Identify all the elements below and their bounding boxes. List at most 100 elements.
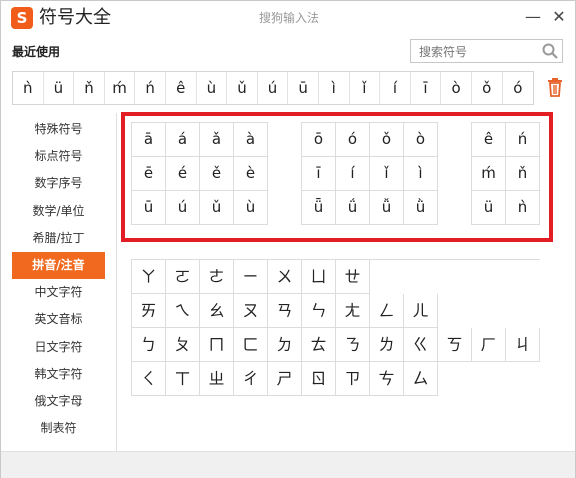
pinyin-symbol[interactable]: ò xyxy=(404,123,438,157)
search-icon[interactable] xyxy=(541,42,559,60)
sidebar-item[interactable]: 标点符号 xyxy=(12,143,105,170)
pinyin-symbol[interactable]: ì xyxy=(404,157,438,191)
zhuyin-symbol[interactable]: ㄙ xyxy=(404,362,438,396)
zhuyin-symbol[interactable]: ㄏ xyxy=(472,328,506,362)
zhuyin-symbol[interactable]: ㄝ xyxy=(336,260,370,294)
zhuyin-symbol[interactable]: ㄍ xyxy=(404,328,438,362)
zhuyin-symbol[interactable]: ㄛ xyxy=(166,260,200,294)
zhuyin-symbol[interactable]: ㄚ xyxy=(132,260,166,294)
pinyin-symbol[interactable]: ú xyxy=(166,191,200,225)
recent-symbol[interactable]: í xyxy=(380,72,411,104)
pinyin-symbol[interactable]: ā xyxy=(132,123,166,157)
zhuyin-symbol[interactable]: ㄅ xyxy=(132,328,166,362)
zhuyin-symbol[interactable]: ㄘ xyxy=(370,362,404,396)
recent-symbol[interactable]: ǹ xyxy=(13,72,44,104)
recent-symbol[interactable]: ì xyxy=(319,72,350,104)
pinyin-symbol[interactable]: ǚ xyxy=(370,191,404,225)
pinyin-symbol[interactable]: ū xyxy=(132,191,166,225)
pinyin-symbol[interactable]: ǹ xyxy=(506,191,540,225)
sidebar-item[interactable]: 韩文字符 xyxy=(12,361,105,388)
recent-symbol[interactable]: ḿ xyxy=(105,72,136,104)
zhuyin-symbol[interactable]: ㄑ xyxy=(132,362,166,396)
pinyin-symbol[interactable]: ě xyxy=(200,157,234,191)
zhuyin-symbol[interactable]: ㄉ xyxy=(268,328,302,362)
sidebar-item[interactable]: 中文字符 xyxy=(12,279,105,306)
pinyin-symbol[interactable]: á xyxy=(166,123,200,157)
pinyin-symbol[interactable]: ň xyxy=(506,157,540,191)
zhuyin-symbol[interactable]: ㄔ xyxy=(234,362,268,396)
sidebar-item[interactable]: 特殊符号 xyxy=(12,116,105,143)
recent-symbol[interactable]: ǐ xyxy=(350,72,381,104)
zhuyin-symbol[interactable]: ㄊ xyxy=(302,328,336,362)
recent-symbol[interactable]: ê xyxy=(166,72,197,104)
zhuyin-symbol[interactable]: ㄞ xyxy=(132,294,166,328)
pinyin-symbol[interactable]: ḿ xyxy=(472,157,506,191)
recent-symbol[interactable]: ī xyxy=(411,72,442,104)
pinyin-symbol[interactable]: ǔ xyxy=(200,191,234,225)
title-bar[interactable]: S 符号大全 搜狗输入法 — ✕ xyxy=(1,1,575,35)
recent-symbol[interactable]: ū xyxy=(288,72,319,104)
sidebar-item[interactable]: 俄文字母 xyxy=(12,388,105,415)
recent-symbol[interactable]: ù xyxy=(197,72,228,104)
pinyin-symbol[interactable]: ō xyxy=(302,123,336,157)
recent-symbol[interactable]: ú xyxy=(258,72,289,104)
zhuyin-symbol[interactable]: ㄕ xyxy=(268,362,302,396)
zhuyin-symbol[interactable]: ㄇ xyxy=(200,328,234,362)
zhuyin-symbol[interactable]: ㄜ xyxy=(200,260,234,294)
search-box[interactable] xyxy=(410,39,563,63)
pinyin-symbol[interactable]: ü xyxy=(472,191,506,225)
sidebar-item[interactable]: 拼音/注音 xyxy=(12,252,105,279)
pinyin-symbol[interactable]: ù xyxy=(234,191,268,225)
pinyin-symbol[interactable]: ǒ xyxy=(370,123,404,157)
zhuyin-symbol[interactable]: ㄐ xyxy=(506,328,540,362)
zhuyin-symbol[interactable]: ㄎ xyxy=(438,328,472,362)
pinyin-symbol[interactable]: ē xyxy=(132,157,166,191)
pinyin-symbol[interactable]: ó xyxy=(336,123,370,157)
zhuyin-symbol[interactable]: ㄌ xyxy=(370,328,404,362)
pinyin-symbol[interactable]: ê xyxy=(472,123,506,157)
zhuyin-symbol[interactable]: ㄓ xyxy=(200,362,234,396)
pinyin-symbol[interactable]: ǎ xyxy=(200,123,234,157)
zhuyin-symbol[interactable]: ㄗ xyxy=(336,362,370,396)
zhuyin-symbol[interactable]: ㄆ xyxy=(166,328,200,362)
sidebar-item[interactable]: 希腊/拉丁 xyxy=(12,225,105,252)
sidebar-item[interactable]: 数字序号 xyxy=(12,170,105,197)
zhuyin-symbol[interactable]: ㄩ xyxy=(302,260,336,294)
zhuyin-symbol[interactable]: ㄣ xyxy=(302,294,336,328)
sidebar-item[interactable]: 制表符 xyxy=(12,415,105,442)
zhuyin-symbol[interactable]: ㄈ xyxy=(234,328,268,362)
zhuyin-symbol[interactable]: ㄒ xyxy=(166,362,200,396)
zhuyin-symbol[interactable]: ㄤ xyxy=(336,294,370,328)
sidebar-item[interactable]: 英文音标 xyxy=(12,306,105,333)
recent-symbol[interactable]: ǔ xyxy=(227,72,258,104)
pinyin-symbol[interactable]: ǘ xyxy=(336,191,370,225)
pinyin-symbol[interactable]: ī xyxy=(302,157,336,191)
zhuyin-symbol[interactable]: ㄟ xyxy=(166,294,200,328)
recent-symbol[interactable]: ǒ xyxy=(472,72,503,104)
zhuyin-symbol[interactable]: ㄖ xyxy=(302,362,336,396)
zhuyin-symbol[interactable]: ㄢ xyxy=(268,294,302,328)
pinyin-symbol[interactable]: ǐ xyxy=(370,157,404,191)
recent-symbol[interactable]: ò xyxy=(441,72,472,104)
close-icon[interactable]: ✕ xyxy=(549,7,569,27)
zhuyin-symbol[interactable]: ㄋ xyxy=(336,328,370,362)
sidebar-item[interactable]: 日文字符 xyxy=(12,334,105,361)
zhuyin-symbol[interactable]: ㄨ xyxy=(268,260,302,294)
pinyin-symbol[interactable]: ǜ xyxy=(404,191,438,225)
pinyin-symbol[interactable]: è xyxy=(234,157,268,191)
pinyin-symbol[interactable]: é xyxy=(166,157,200,191)
recent-symbol[interactable]: ü xyxy=(44,72,75,104)
pinyin-symbol[interactable]: à xyxy=(234,123,268,157)
recent-symbol[interactable]: ń xyxy=(135,72,166,104)
pinyin-symbol[interactable]: í xyxy=(336,157,370,191)
minimize-icon[interactable]: — xyxy=(523,7,543,27)
trash-icon[interactable] xyxy=(546,77,564,97)
recent-symbol[interactable]: ó xyxy=(503,72,534,104)
zhuyin-symbol[interactable]: ㄡ xyxy=(234,294,268,328)
zhuyin-symbol[interactable]: ㄥ xyxy=(370,294,404,328)
recent-symbol[interactable]: ň xyxy=(74,72,105,104)
zhuyin-symbol[interactable]: ㄦ xyxy=(404,294,438,328)
zhuyin-symbol[interactable]: ㄠ xyxy=(200,294,234,328)
zhuyin-symbol[interactable]: ㄧ xyxy=(234,260,268,294)
pinyin-symbol[interactable]: ń xyxy=(506,123,540,157)
